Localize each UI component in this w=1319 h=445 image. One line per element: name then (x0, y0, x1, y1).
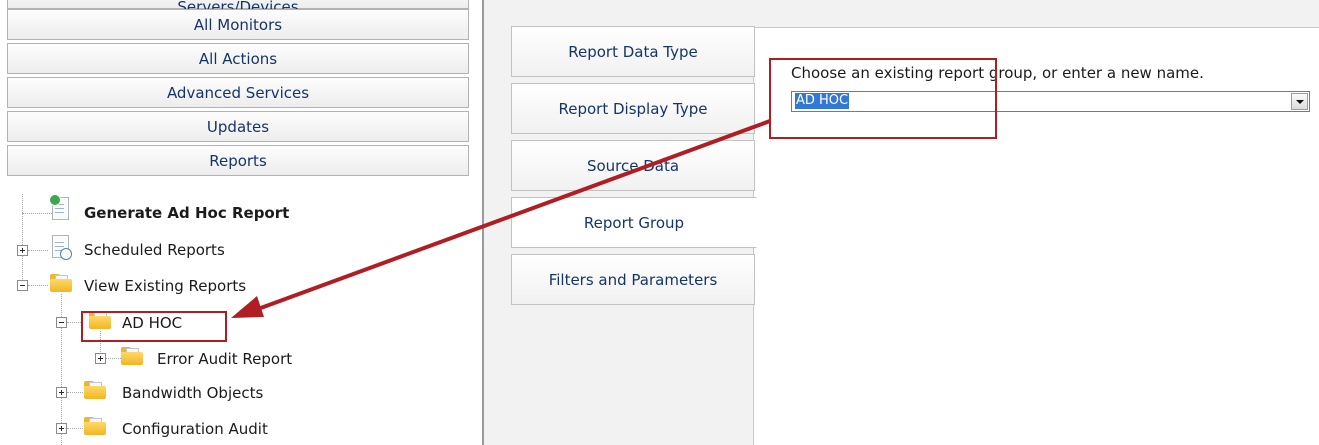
tree-item-generate-ad-hoc-report[interactable]: Generate Ad Hoc Report (84, 204, 289, 222)
tree-line (67, 392, 83, 393)
tab-report-group[interactable]: Report Group (511, 197, 757, 248)
tree-item-bandwidth-objects[interactable]: Bandwidth Objects (122, 384, 263, 402)
expand-icon[interactable] (56, 423, 67, 434)
nav-advanced-services[interactable]: Advanced Services (7, 77, 469, 108)
scheduled-report-icon (51, 235, 72, 260)
nav-reports[interactable]: Reports (7, 145, 469, 176)
tab-filters-and-parameters[interactable]: Filters and Parameters (511, 254, 755, 305)
tree-line (67, 428, 83, 429)
tree-item-scheduled-reports[interactable]: Scheduled Reports (84, 241, 225, 259)
tree-line (22, 194, 23, 291)
generate-report-icon (49, 194, 69, 220)
nav-all-actions[interactable]: All Actions (7, 43, 469, 74)
folder-icon (50, 274, 72, 292)
folder-icon (121, 347, 143, 365)
tree-line (106, 358, 121, 359)
report-group-highlight-box (769, 58, 997, 139)
tree-line (28, 285, 48, 286)
reports-tree: Generate Ad Hoc Report Scheduled Reports… (0, 194, 476, 445)
nav-updates[interactable]: Updates (7, 111, 469, 142)
tree-item-error-audit-report[interactable]: Error Audit Report (157, 350, 292, 368)
expand-icon[interactable] (95, 353, 106, 364)
left-navigation: Servers/Devices All Monitors All Actions… (0, 0, 476, 445)
tree-item-view-existing-reports[interactable]: View Existing Reports (84, 277, 246, 295)
tab-report-display-type[interactable]: Report Display Type (511, 83, 755, 134)
tree-line (28, 250, 48, 251)
collapse-icon[interactable] (17, 280, 28, 291)
ad-hoc-highlight-box (81, 311, 227, 342)
collapse-icon[interactable] (56, 317, 67, 328)
tab-report-data-type[interactable]: Report Data Type (511, 26, 755, 77)
folder-icon (84, 417, 106, 435)
nav-all-monitors[interactable]: All Monitors (7, 9, 469, 40)
folder-icon (84, 381, 106, 399)
nav-servers-devices[interactable]: Servers/Devices (7, 0, 469, 16)
expand-icon[interactable] (17, 245, 28, 256)
tab-source-data[interactable]: Source Data (511, 140, 755, 191)
tree-item-configuration-audit[interactable]: Configuration Audit (122, 420, 268, 438)
chevron-down-icon[interactable] (1291, 93, 1308, 110)
expand-icon[interactable] (56, 387, 67, 398)
